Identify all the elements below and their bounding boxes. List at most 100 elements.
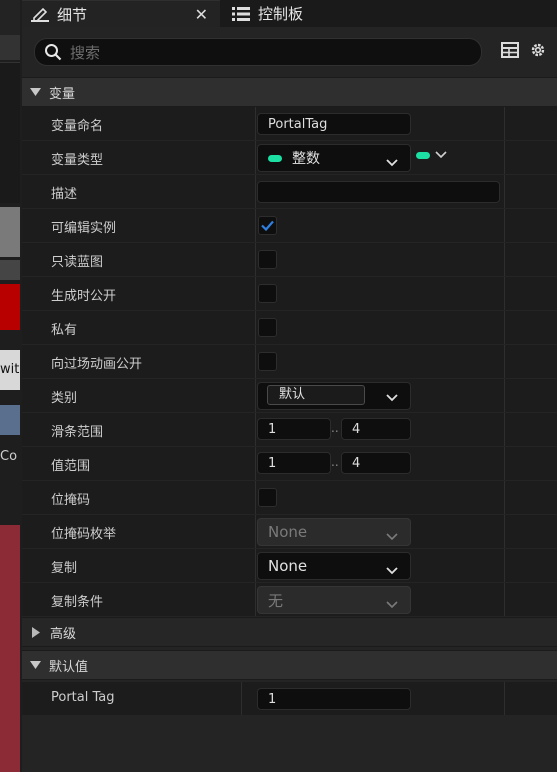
variable-name-label: 变量命名: [51, 119, 104, 134]
slider-range-max-input[interactable]: 4: [341, 418, 411, 440]
replication-label: 复制: [51, 561, 78, 576]
row-private: 私有: [22, 311, 557, 345]
dock-strip-text: wit: [0, 362, 20, 377]
category-label: 类别: [51, 391, 78, 406]
chevron-down-icon: [435, 151, 447, 159]
row-value-range: 值范围 1 .. 4: [22, 447, 557, 481]
dock-strip-block: [0, 207, 20, 257]
expand-arrow-icon: [32, 626, 40, 638]
private-label: 私有: [51, 323, 78, 338]
row-slider-range: 滑条范围 1 .. 4: [22, 413, 557, 447]
bitmask-label: 位掩码: [51, 493, 91, 508]
row-category: 类别 默认: [22, 379, 557, 413]
dock-strip-block: [0, 284, 20, 330]
portal-tag-input[interactable]: 1: [257, 688, 411, 710]
dock-strip-block: [0, 260, 20, 280]
tab-palette[interactable]: 控制板: [226, 0, 557, 27]
tab-details[interactable]: 细节 ✕: [22, 0, 220, 28]
bitmask-enum-value: None: [268, 523, 308, 541]
row-bitmask: 位掩码: [22, 481, 557, 515]
row-expose-on-spawn: 生成时公开: [22, 277, 557, 311]
collapse-arrow-icon: [30, 88, 41, 96]
replication-condition-label: 复制条件: [51, 595, 104, 610]
tab-palette-label: 控制板: [258, 5, 304, 23]
section-variables[interactable]: 变量: [22, 77, 557, 107]
category-combobox[interactable]: 默认: [257, 382, 411, 410]
chevron-down-icon: [386, 391, 398, 406]
table-view-icon[interactable]: [501, 42, 519, 58]
section-default-value-label: 默认值: [49, 659, 89, 675]
tab-bar: 细节 ✕ 控制板: [22, 0, 557, 28]
slider-range-label: 滑条范围: [51, 425, 104, 440]
search-placeholder: 搜索: [70, 43, 101, 62]
replication-value: None: [268, 557, 308, 575]
range-separator: ..: [331, 455, 339, 469]
slider-range-min-input[interactable]: 1: [257, 418, 331, 440]
blueprint-readonly-label: 只读蓝图: [51, 255, 104, 270]
integer-pin-icon: [268, 154, 282, 162]
variable-type-label: 变量类型: [51, 153, 104, 168]
chevron-down-icon: [386, 153, 398, 171]
details-panel: 搜索 变量 变量命名 PortalTag 变量类型 整数 描述 可编辑实例 只读…: [22, 27, 557, 772]
dock-strip-block: [0, 525, 20, 772]
variable-name-input[interactable]: PortalTag: [257, 113, 411, 135]
row-variable-name: 变量命名 PortalTag: [22, 107, 557, 141]
tab-details-label: 细节: [57, 6, 88, 24]
row-blueprint-readonly: 只读蓝图: [22, 243, 557, 277]
dock-strip-block: [0, 405, 20, 435]
row-description: 描述: [22, 175, 557, 209]
variable-type-dropdown[interactable]: 整数: [257, 144, 411, 172]
chevron-down-icon: [386, 527, 398, 545]
row-replication: 复制 None: [22, 549, 557, 583]
dock-strip-block: [0, 35, 20, 60]
close-tab-icon[interactable]: ✕: [195, 5, 208, 24]
private-checkbox[interactable]: [258, 318, 277, 337]
row-instance-editable: 可编辑实例: [22, 209, 557, 243]
container-type-selector[interactable]: [416, 151, 447, 159]
expose-on-spawn-checkbox[interactable]: [258, 284, 277, 303]
replication-condition-value: 无: [268, 591, 284, 610]
expose-to-cinematics-label: 向过场动画公开: [51, 357, 143, 372]
search-icon: [44, 43, 62, 61]
instance-editable-label: 可编辑实例: [51, 221, 117, 236]
row-portal-tag: Portal Tag 1: [22, 682, 557, 716]
description-input[interactable]: [257, 181, 500, 203]
bitmask-enum-label: 位掩码枚举: [51, 527, 117, 542]
blueprint-readonly-checkbox[interactable]: [258, 250, 277, 269]
dock-strip-text: Co: [0, 449, 18, 464]
instance-editable-checkbox[interactable]: [258, 216, 277, 235]
description-label: 描述: [51, 187, 78, 202]
bitmask-enum-dropdown[interactable]: None: [257, 518, 411, 546]
value-range-max-input[interactable]: 4: [341, 452, 411, 474]
row-bitmask-enum: 位掩码枚举 None: [22, 515, 557, 549]
checkmark-icon: [261, 220, 274, 232]
settings-gear-icon[interactable]: [529, 41, 547, 59]
row-expose-to-cinematics: 向过场动画公开: [22, 345, 557, 379]
section-advanced[interactable]: 高级: [22, 617, 557, 647]
dock-strip-block: [0, 0, 20, 35]
replication-dropdown[interactable]: None: [257, 552, 411, 580]
section-default-value[interactable]: 默认值: [22, 650, 557, 680]
left-dock-strip: wit Co: [0, 0, 22, 772]
row-replication-condition: 复制条件 无: [22, 583, 557, 617]
bitmask-checkbox[interactable]: [258, 488, 277, 507]
value-range-label: 值范围: [51, 459, 91, 474]
range-separator: ..: [331, 421, 339, 435]
search-input[interactable]: 搜索: [34, 38, 482, 66]
row-variable-type: 变量类型 整数: [22, 141, 557, 175]
variable-type-value: 整数: [292, 151, 320, 167]
chevron-down-icon: [386, 595, 398, 613]
replication-condition-dropdown[interactable]: 无: [257, 586, 411, 614]
single-pin-icon: [416, 151, 430, 159]
collapse-arrow-icon: [30, 661, 41, 669]
details-pencil-icon: [31, 7, 49, 23]
dock-strip-block: [0, 62, 20, 203]
value-range-min-input[interactable]: 1: [257, 452, 331, 474]
expose-to-cinematics-checkbox[interactable]: [258, 352, 277, 371]
portal-tag-label: Portal Tag: [51, 690, 115, 705]
category-value[interactable]: 默认: [267, 385, 365, 405]
palette-list-icon: [232, 6, 250, 21]
section-advanced-label: 高级: [50, 626, 77, 642]
chevron-down-icon: [386, 561, 398, 579]
section-variables-label: 变量: [49, 86, 76, 102]
